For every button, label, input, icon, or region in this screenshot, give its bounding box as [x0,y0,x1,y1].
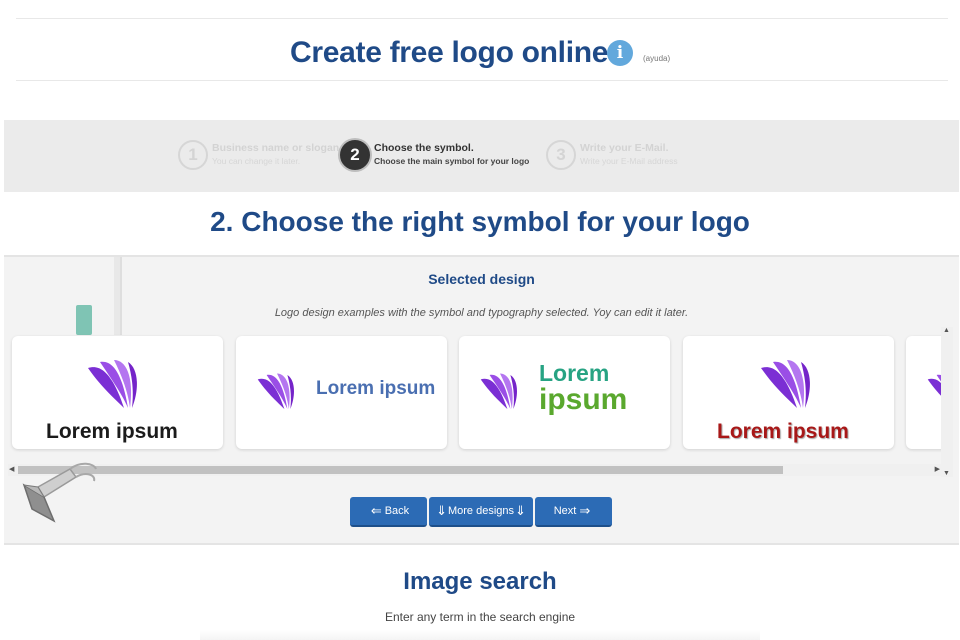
help-link[interactable]: (ayuda) [643,54,670,63]
navigation-buttons: ⇐ Back ⇓ More designs ⇓ Next ⇒ [350,497,612,527]
back-button[interactable]: ⇐ Back [350,497,427,527]
fan-symbol-icon [88,360,137,408]
page-title: Create free logo online [290,36,609,69]
logo-card[interactable]: Lorem ipsum [236,336,447,449]
scrollbar-thumb[interactable] [18,466,783,474]
info-icon[interactable]: i [607,40,633,66]
step-title: Choose the symbol. [374,142,474,154]
design-panel: Selected design Logo design examples wit… [4,255,959,545]
logo-text-line-2: ipsum [539,383,628,416]
selected-design-subtitle: Logo design examples with the symbol and… [274,307,689,319]
fan-symbol-icon [257,373,294,410]
section-heading: 2. Choose the right symbol for your logo [210,206,750,237]
scroll-up-arrow-icon[interactable]: ▲ [943,327,950,334]
binder-clip-icon [22,462,97,523]
page: Create free logo online i (ayuda) 1 Busi… [0,0,960,640]
step-number: 3 [546,140,576,170]
arrow-down-icon: ⇓ [515,503,526,518]
logo-card[interactable] [906,336,942,449]
fan-symbol-icon [480,373,517,410]
arrow-down-icon: ⇓ [436,503,447,518]
fan-symbol-icon [927,374,942,397]
next-button[interactable]: Next ⇒ [535,497,612,527]
step-subtitle: Write your E-Mail address [580,156,678,166]
step-subtitle: You can change it later. [212,156,301,166]
step-3: 3 Write your E-Mail. Write your E-Mail a… [546,140,678,170]
image-search-subtitle: Enter any term in the search engine [384,610,576,624]
logo-text: Lorem ipsum [316,378,436,399]
step-2: 2 Choose the symbol. Choose the main sym… [340,140,529,170]
logo-carousel[interactable]: Lorem ipsum Lorem ipsum Lorem ipsum Lore… [8,333,942,469]
step-title: Write your E-Mail. [580,142,669,154]
scroll-left-arrow-icon[interactable]: ◀ [9,464,14,476]
step-number: 2 [340,140,370,170]
search-box-edge [200,630,760,640]
more-designs-button[interactable]: ⇓ More designs ⇓ [429,497,533,527]
scroll-right-arrow-icon[interactable]: ▶ [935,464,940,476]
horizontal-scrollbar[interactable]: ◀ ▶ [8,464,942,476]
back-button-label: Back [384,505,410,517]
logo-card[interactable]: Lorem ipsum [12,336,223,449]
arrow-left-icon: ⇐ [370,503,382,518]
step-1: 1 Business name or slogan You can change… [178,140,339,170]
header-divider-bottom [16,80,948,81]
vertical-scrollbar[interactable]: ▲ ▼ [941,327,953,477]
step-title: Business name or slogan [212,142,340,154]
decorative-stick [114,257,122,335]
more-designs-label: More designs [447,505,515,517]
scroll-down-arrow-icon[interactable]: ▼ [943,470,950,477]
step-subtitle: Choose the main symbol for your logo [374,156,530,166]
logo-text: Lorem ipsum [717,420,849,443]
arrow-right-icon: ⇒ [579,503,591,518]
step-number: 1 [178,140,208,170]
logo-text: Lorem ipsum [46,420,178,443]
next-button-label: Next [553,505,577,517]
logo-card[interactable]: Lorem ipsum [459,336,670,449]
selected-design-title: Selected design [428,271,535,287]
image-search-title: Image search [403,568,557,595]
logo-card[interactable]: Lorem ipsum [683,336,894,449]
header-divider-top [16,18,948,19]
fan-symbol-icon [761,360,810,408]
